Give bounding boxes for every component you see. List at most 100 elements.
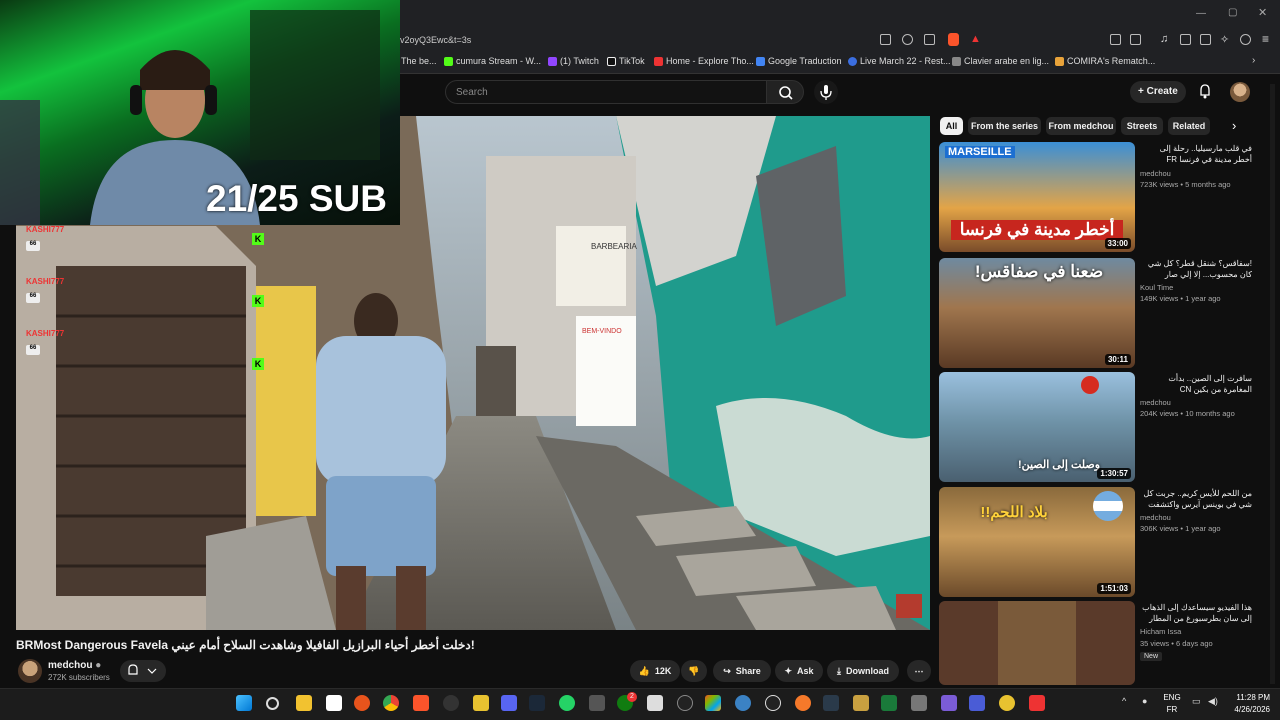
- language-indicator[interactable]: ENG FR: [1160, 692, 1184, 716]
- related-title[interactable]: في قلب مارسيليا.. رحلة إلى أخطر مدينة في…: [1140, 143, 1252, 165]
- app-icon[interactable]: [589, 695, 605, 711]
- related-thumbnail[interactable]: وصلت إلى الصين! 1:30:57: [939, 372, 1135, 482]
- create-button[interactable]: + Create: [1130, 81, 1186, 103]
- discord-icon[interactable]: [501, 695, 517, 711]
- related-channel[interactable]: medchou: [1140, 169, 1171, 178]
- bookmark-item[interactable]: (1) Twitch: [548, 56, 599, 66]
- chip-from-series[interactable]: From the series: [968, 117, 1041, 135]
- sidebar-icon[interactable]: [1180, 34, 1191, 45]
- related-channel[interactable]: medchou: [1140, 398, 1171, 407]
- media-icon[interactable]: ♫: [1160, 33, 1168, 45]
- cast-icon[interactable]: [880, 34, 891, 45]
- notification-count-badge: 2: [627, 692, 637, 702]
- ask-button[interactable]: ✦ Ask: [775, 660, 823, 682]
- blender-icon[interactable]: [795, 695, 811, 711]
- chip-related[interactable]: Related: [1168, 117, 1210, 135]
- bookmark-item[interactable]: The be...: [401, 56, 437, 66]
- brave-shield-icon[interactable]: [948, 33, 959, 46]
- bookmark-item[interactable]: Home - Explore Tho...: [654, 56, 754, 66]
- channel-name[interactable]: medchou ●: [48, 660, 101, 671]
- app-icon[interactable]: [1029, 695, 1045, 711]
- related-channel[interactable]: Hicham Issa: [1140, 627, 1181, 636]
- app-icon[interactable]: [881, 695, 897, 711]
- notifications-bell-icon[interactable]: [1198, 83, 1212, 99]
- share-button[interactable]: ↪ Share: [713, 660, 771, 682]
- related-thumbnail[interactable]: MARSEILLE أخطر مدينة في فرنسا 33:00: [939, 142, 1135, 252]
- bookmark-item[interactable]: TikTok: [607, 56, 645, 66]
- chip-streets[interactable]: Streets: [1121, 117, 1163, 135]
- zoom-icon[interactable]: [902, 34, 913, 45]
- minimize-icon[interactable]: —: [1196, 8, 1206, 19]
- store-icon[interactable]: [705, 695, 721, 711]
- close-window-icon[interactable]: ✕: [1258, 6, 1267, 19]
- search-button[interactable]: [766, 80, 804, 104]
- related-title[interactable]: !سفاقس؟ شنقل قطر؟ كل شي كان محسوب... إلا…: [1140, 258, 1252, 280]
- leo-ai-icon[interactable]: ✧: [1220, 33, 1229, 46]
- whatsapp-icon[interactable]: [559, 695, 575, 711]
- menu-icon[interactable]: ≡: [1262, 32, 1269, 46]
- related-title[interactable]: هذا الفيديو سيساعدك إلى الذهاب إلى سان ب…: [1140, 602, 1252, 624]
- tray-expand-icon[interactable]: ^: [1122, 696, 1126, 706]
- dislike-button[interactable]: 👎: [681, 660, 707, 682]
- file-explorer-icon[interactable]: [296, 695, 312, 711]
- chip-from-channel[interactable]: From medchou: [1046, 117, 1116, 135]
- maximize-icon[interactable]: ▢: [1228, 7, 1237, 18]
- extensions-icon[interactable]: [1110, 34, 1121, 45]
- app-icon[interactable]: [911, 695, 927, 711]
- wallet-icon[interactable]: [1200, 34, 1211, 45]
- bookmark-item[interactable]: Clavier arabe en lig...: [952, 56, 1049, 66]
- bookmark-item[interactable]: cumura Stream - W...: [444, 56, 541, 66]
- channel-avatar[interactable]: [18, 659, 42, 683]
- calendar-icon[interactable]: [647, 695, 663, 711]
- vpn-icon[interactable]: [1240, 34, 1251, 45]
- related-channel[interactable]: Koul Time: [1140, 283, 1173, 292]
- bookmark-item[interactable]: Google Traduction: [756, 56, 842, 66]
- sparkle-icon: ✦: [784, 665, 793, 676]
- mic-tray-icon[interactable]: ●: [1142, 696, 1147, 706]
- obs-icon[interactable]: [443, 695, 459, 711]
- app-icon[interactable]: [473, 695, 489, 711]
- start-icon[interactable]: [236, 695, 252, 711]
- bookmark-item[interactable]: Live March 22 - Rest...: [848, 56, 951, 66]
- app-icon[interactable]: [941, 695, 957, 711]
- related-channel[interactable]: medchou: [1140, 513, 1171, 522]
- share-page-icon[interactable]: [924, 34, 935, 45]
- taskbar-clock[interactable]: 11:28 PM 4/26/2026: [1226, 692, 1270, 716]
- thumbnail-tag: MARSEILLE: [945, 146, 1015, 158]
- screenshot-icon[interactable]: [1130, 34, 1141, 45]
- related-thumbnail[interactable]: ضعنا في صفاقس! 30:11: [939, 258, 1135, 368]
- account-avatar[interactable]: [1230, 82, 1250, 102]
- like-button[interactable]: 👍 12K: [630, 660, 680, 682]
- related-title[interactable]: من اللحم للأيس كريم.. جربت كل شي في بوين…: [1140, 488, 1252, 510]
- more-bookmarks-icon[interactable]: ›: [1252, 55, 1255, 66]
- related-thumbnail[interactable]: بلاد اللحم!! 1:51:03: [939, 487, 1135, 597]
- app-icon[interactable]: [735, 695, 751, 711]
- app-icon[interactable]: [969, 695, 985, 711]
- voice-search-button[interactable]: [814, 80, 838, 104]
- steam-icon[interactable]: [529, 695, 545, 711]
- app-icon[interactable]: [853, 695, 869, 711]
- search-input[interactable]: Search: [445, 80, 767, 104]
- github-icon[interactable]: [765, 695, 781, 711]
- chevron-right-icon[interactable]: ›: [1232, 118, 1236, 133]
- more-actions-button[interactable]: ⋯: [907, 660, 931, 682]
- related-thumbnail[interactable]: [939, 601, 1135, 685]
- chip-all[interactable]: All: [940, 117, 963, 135]
- notepad-icon[interactable]: [326, 695, 342, 711]
- brave-icon[interactable]: [413, 695, 429, 711]
- app-icon[interactable]: [354, 695, 370, 711]
- url-text[interactable]: v2oyQ3Ewc&t=3s: [400, 35, 471, 45]
- bookmark-item[interactable]: COMIRA's Rematch...: [1055, 56, 1155, 66]
- chrome-icon[interactable]: [383, 695, 399, 711]
- network-icon[interactable]: ▭: [1192, 696, 1201, 707]
- search-taskbar-icon[interactable]: [266, 697, 279, 710]
- related-title[interactable]: سافرت إلى الصين.. بدأت المغامرة من بكين …: [1140, 373, 1252, 395]
- brave-rewards-icon[interactable]: ▲: [970, 33, 981, 45]
- scrollbar[interactable]: [1270, 84, 1275, 684]
- download-button[interactable]: ⤓ Download: [827, 660, 899, 682]
- app-icon[interactable]: [823, 695, 839, 711]
- speed-icon[interactable]: [677, 695, 693, 711]
- app-icon[interactable]: [999, 695, 1015, 711]
- subscription-bell-button[interactable]: [120, 660, 166, 682]
- volume-icon[interactable]: ◀): [1208, 696, 1218, 707]
